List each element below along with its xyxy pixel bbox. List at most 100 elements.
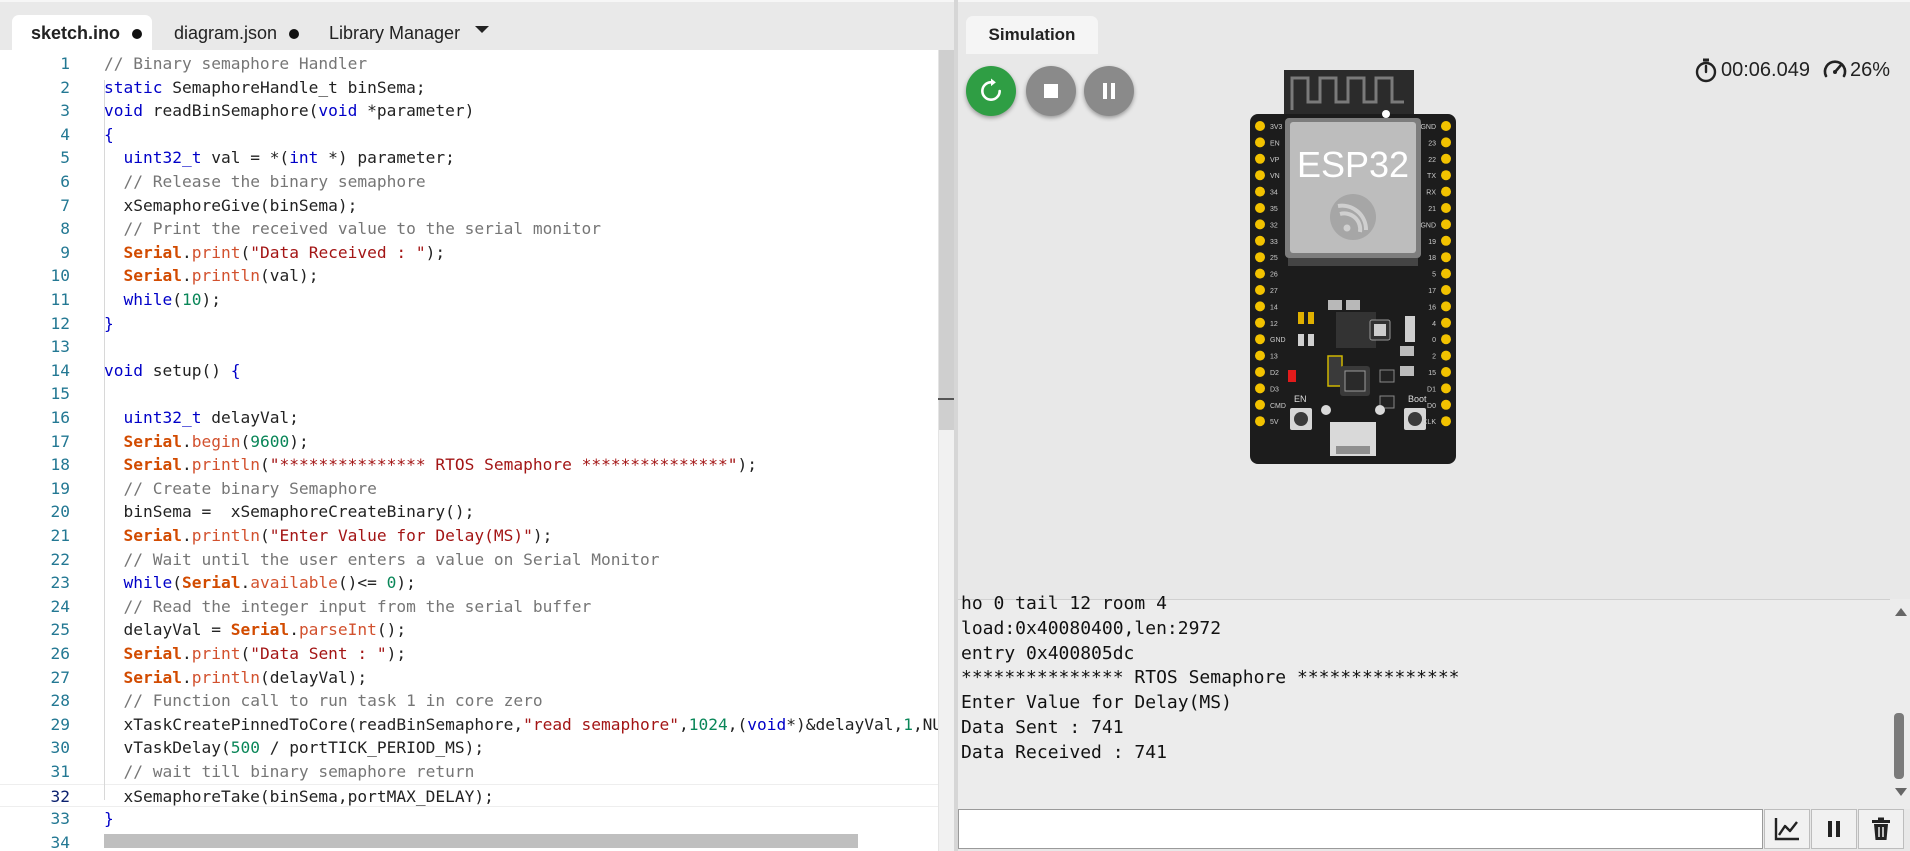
board-pin[interactable] xyxy=(1255,334,1265,345)
serial-input[interactable] xyxy=(958,809,1763,849)
board-pin[interactable] xyxy=(1441,268,1451,279)
code-line[interactable]: 18 Serial.println("*************** RTOS … xyxy=(0,453,938,477)
code-line[interactable]: 9 Serial.print("Data Received : "); xyxy=(0,241,938,265)
code-line[interactable]: 5 uint32_t val = *(int *) parameter; xyxy=(0,146,938,170)
board-pin[interactable] xyxy=(1255,383,1265,394)
board-pin[interactable] xyxy=(1441,203,1451,213)
pin-label: 2 xyxy=(1432,354,1436,361)
chevron-down-icon[interactable] xyxy=(475,26,489,33)
code-line[interactable]: 19 // Create binary Semaphore xyxy=(0,477,938,501)
scroll-up-arrow-icon[interactable] xyxy=(1895,608,1907,616)
board-pin[interactable] xyxy=(1441,186,1451,197)
board-pin[interactable] xyxy=(1441,121,1451,131)
board-pin[interactable] xyxy=(1255,252,1265,263)
tab-sketch-ino[interactable]: sketch.ino xyxy=(12,15,152,52)
code-text: // Read the integer input from the seria… xyxy=(104,595,592,619)
plotter-button[interactable] xyxy=(1764,809,1810,849)
code-line[interactable]: 4{ xyxy=(0,123,938,147)
code-line[interactable]: 24 // Read the integer input from the se… xyxy=(0,595,938,619)
restart-simulation-button[interactable] xyxy=(966,66,1016,116)
code-line[interactable]: 15 xyxy=(0,382,938,406)
code-line[interactable]: 10 Serial.println(val); xyxy=(0,264,938,288)
board-pin[interactable] xyxy=(1255,268,1265,279)
vertical-scrollbar[interactable] xyxy=(939,50,954,430)
board-pin[interactable] xyxy=(1441,219,1451,230)
tab-simulation[interactable]: Simulation xyxy=(966,16,1098,54)
board-pin[interactable] xyxy=(1441,317,1451,328)
board-pin[interactable] xyxy=(1441,252,1451,263)
board-pin[interactable] xyxy=(1441,416,1451,427)
code-line[interactable]: 29 xTaskCreatePinnedToCore(readBinSemaph… xyxy=(0,713,939,737)
board-pin[interactable] xyxy=(1255,219,1265,230)
code-line[interactable]: 33} xyxy=(0,807,938,831)
code-line[interactable]: 1 // Binary semaphore Handler xyxy=(0,52,938,76)
board-pin[interactable] xyxy=(1255,203,1265,213)
tab-diagram-json[interactable]: diagram.json xyxy=(160,15,310,52)
board-pin[interactable] xyxy=(1441,334,1451,345)
board-pin[interactable] xyxy=(1255,399,1265,410)
pause-simulation-button[interactable] xyxy=(1084,66,1134,116)
code-line[interactable]: 8 // Print the received value to the ser… xyxy=(0,217,938,241)
board-pin[interactable] xyxy=(1255,186,1265,197)
horizontal-scrollbar[interactable] xyxy=(104,834,858,848)
code-line[interactable]: 31 // wait till binary semaphore return xyxy=(0,760,938,784)
code-line[interactable]: 28 // Function call to run task 1 in cor… xyxy=(0,689,938,713)
code-line[interactable]: 25 delayVal = Serial.parseInt(); xyxy=(0,618,938,642)
code-line[interactable]: 20 binSema = xSemaphoreCreateBinary(); xyxy=(0,500,938,524)
serial-monitor-output[interactable]: ho 0 tail 12 room 4 load:0x40080400,len:2… xyxy=(958,593,1910,809)
board-pin[interactable] xyxy=(1441,170,1451,181)
code-line[interactable]: 14 void setup() { xyxy=(0,359,938,383)
board-pin[interactable] xyxy=(1255,350,1265,361)
board-pin[interactable] xyxy=(1255,416,1265,427)
board-pin[interactable] xyxy=(1255,137,1265,148)
board-pin[interactable] xyxy=(1255,170,1265,181)
code-line[interactable]: 7 xSemaphoreGive(binSema); xyxy=(0,194,938,218)
board-pin[interactable] xyxy=(1441,301,1451,312)
code-token: 1 xyxy=(903,714,913,734)
code-line[interactable]: 2 static SemaphoreHandle_t binSema; xyxy=(0,76,938,100)
code-line[interactable]: 30 vTaskDelay(500 / portTICK_PERIOD_MS); xyxy=(0,736,938,760)
boot-label: Boot xyxy=(1408,394,1427,404)
board-pin[interactable] xyxy=(1255,301,1265,312)
board-pin[interactable] xyxy=(1441,399,1451,410)
board-pin[interactable] xyxy=(1255,153,1265,164)
code-line[interactable]: 12} xyxy=(0,312,938,336)
code-line[interactable]: 16 uint32_t delayVal; xyxy=(0,406,938,430)
code-line[interactable]: 32 xSemaphoreTake(binSema,portMAX_DELAY)… xyxy=(0,783,938,808)
tab-library-manager[interactable]: Library Manager xyxy=(316,15,466,52)
board-pin[interactable] xyxy=(1441,285,1451,295)
code-line[interactable]: 23 while(Serial.available()<= 0); xyxy=(0,571,938,595)
code-token: print xyxy=(191,644,241,663)
code-text: Serial.println("Enter Value for Delay(MS… xyxy=(104,524,553,548)
scroll-down-arrow-icon[interactable] xyxy=(1895,788,1907,796)
code-line[interactable]: 27 Serial.println(delayVal); xyxy=(0,666,938,690)
code-line[interactable]: 17 Serial.begin(9600); xyxy=(0,430,938,454)
code-line[interactable]: 11 while(10); xyxy=(0,288,938,312)
stop-icon xyxy=(1044,84,1058,98)
code-text: while(Serial.available()<= 0); xyxy=(104,571,416,595)
board-pin[interactable] xyxy=(1441,137,1451,148)
board-pin[interactable] xyxy=(1255,121,1265,131)
board-pin[interactable] xyxy=(1255,235,1265,246)
board-pin[interactable] xyxy=(1441,235,1451,246)
code-line[interactable]: 6 // Release the binary semaphore xyxy=(0,170,938,194)
line-number: 12 xyxy=(50,313,71,333)
stop-simulation-button[interactable] xyxy=(1026,66,1076,116)
code-line[interactable]: 22 // Wait until the user enters a value… xyxy=(0,548,938,572)
clear-monitor-button[interactable] xyxy=(1858,809,1904,849)
code-line[interactable]: 26 Serial.print("Data Sent : "); xyxy=(0,642,938,666)
board-pin[interactable] xyxy=(1441,383,1451,394)
pause-monitor-button[interactable] xyxy=(1811,809,1857,849)
board-pin[interactable] xyxy=(1441,153,1451,164)
code-area[interactable]: 1 // Binary semaphore Handler 2 static Sema… xyxy=(0,50,938,851)
code-line[interactable]: 13 xyxy=(0,335,938,359)
code-line[interactable]: 21 Serial.println("Enter Value for Delay… xyxy=(0,524,938,548)
board-pin[interactable] xyxy=(1255,367,1265,377)
board-pin[interactable] xyxy=(1441,350,1451,361)
serial-scrollbar[interactable] xyxy=(1894,713,1904,779)
board-pin[interactable] xyxy=(1255,317,1265,328)
code-line[interactable]: 3 void readBinSemaphore(void *parameter) xyxy=(0,99,938,123)
board-pin[interactable] xyxy=(1255,285,1265,295)
board-pin[interactable] xyxy=(1441,367,1451,377)
esp32-board[interactable]: ESP32 EN Boot 3V3 EN VP VN 34 35 32 33 2… xyxy=(1250,66,1456,476)
